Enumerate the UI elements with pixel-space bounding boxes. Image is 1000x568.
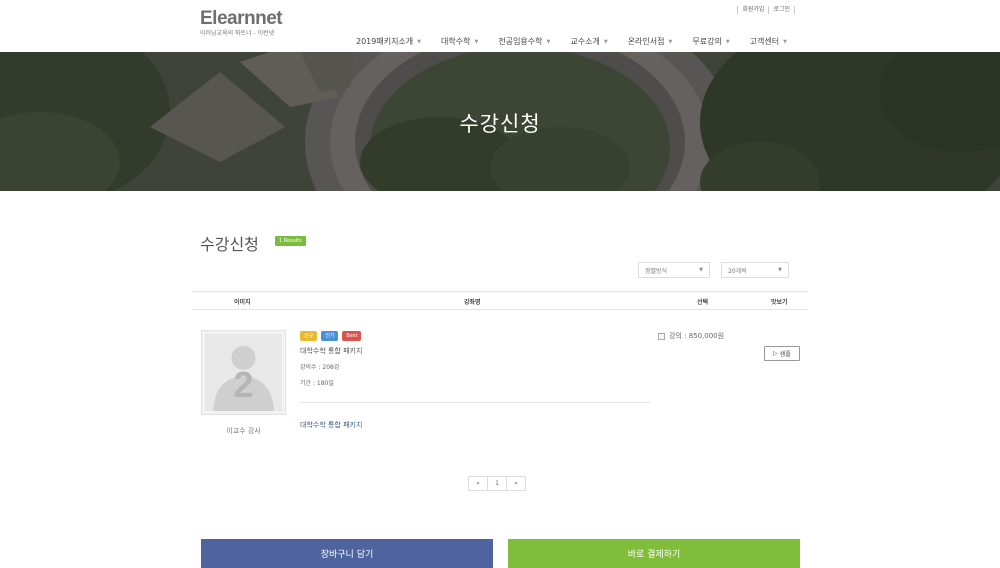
logo-tagline: 이러닝교육의 파트너 - 이런넷 [200,30,275,37]
nav-item-package[interactable]: 2019패키지소개 ▼ [356,36,421,47]
chevron-down-icon: ▼ [699,267,703,273]
hero-title: 수강신청 [459,112,541,136]
page-size-select[interactable]: 20개씩 ▼ [721,262,789,278]
nav-label: 무료강의 [692,37,722,46]
column-header-select: 선택 [697,299,709,306]
sort-select[interactable]: 정렬방식 ▼ [638,262,710,278]
tag-best: Best [342,331,362,341]
nav-label: 전공임용수학 [498,37,543,46]
nav-item-teacher-math[interactable]: 전공임용수학 ▼ [498,36,550,47]
course-select: 강의 : 850,000원 [658,331,724,341]
nav-label: 교수소개 [570,37,600,46]
chevron-down-icon: ▼ [668,38,673,45]
nav-item-college-math[interactable]: 대학수학 ▼ [441,36,478,47]
tag-popular: 인기 [321,331,339,341]
chevron-down-icon: ▼ [725,38,730,45]
column-header-course: 강좌명 [464,299,481,306]
play-icon: ▷ [773,350,778,357]
nav-item-bookstore[interactable]: 온라인서점 ▼ [628,36,673,47]
main-nav: 2019패키지소개 ▼ 대학수학 ▼ 전공임용수학 ▼ 교수소개 ▼ 온라인서점 ▼ 무료… [356,36,807,47]
course-price: 강의 : 850,000원 [669,332,725,340]
next-page-button[interactable]: » [506,476,526,491]
course-tags: 신규 인기 Best [300,331,362,341]
chevron-down-icon: ▼ [783,38,787,45]
tag-new: 신규 [300,331,318,341]
chevron-down-icon: ▼ [603,38,608,45]
chevron-down-icon: ▼ [417,38,422,45]
column-header-image: 이미지 [234,299,251,306]
nav-label: 고객센터 [749,37,780,46]
nav-item-support[interactable]: 고객센터 ▼ [750,36,787,47]
nav-item-free-lectures[interactable]: 무료강의 ▼ [692,36,729,47]
nav-label: 2019패키지소개 [356,37,414,46]
course-period: 기간 : 180일 [300,380,334,387]
column-header-preview: 맛보기 [771,299,788,306]
site-header: Elearnnet 이러닝교육의 파트너 - 이런넷 회원가입 로그인 2019… [0,0,1000,52]
course-thumbnail[interactable]: 2 [201,330,286,415]
page-title: 수강신청 [200,235,259,254]
divider [300,402,650,403]
course-link[interactable]: 대학수학 통합 패키지 [300,420,362,430]
chevron-down-icon: ▼ [778,267,782,273]
top-links: 회원가입 로그인 [737,6,795,14]
placeholder-avatar-icon: 2 [205,334,282,411]
page-number-button[interactable]: 1 [487,476,507,491]
chevron-down-icon: ▼ [546,38,551,45]
results-badge: 1 Results [275,236,306,246]
prev-page-button[interactable]: « [468,476,488,491]
pagination: « 1 » [468,476,526,491]
course-checkbox[interactable] [658,332,665,340]
logo[interactable]: Elearnnet 이러닝교육의 파트너 - 이런넷 [200,8,283,38]
signup-link[interactable]: 회원가입 [737,6,768,14]
add-to-cart-button[interactable]: 장바구니 담기 [201,539,493,568]
page-size-value: 20개씩 [728,267,747,275]
logo-text: Elearnnet [200,8,283,29]
checkout-button[interactable]: 바로 결제하기 [508,539,800,568]
course-title: 대학수학 통합 패키지 [300,347,363,355]
sort-select-value: 정렬방식 [645,267,668,275]
hero-banner: 수강신청 [0,52,1000,191]
nav-item-professors[interactable]: 교수소개 ▼ [570,36,607,47]
chevron-down-icon: ▼ [474,38,479,45]
table-header: 이미지 강좌명 선택 맛보기 [192,291,808,310]
thumbnail-number: 2 [233,364,254,405]
sample-button-label: 샘플 [779,351,791,358]
nav-label: 온라인서점 [627,37,665,46]
lecture-count: 강의수 : 208강 [300,364,340,371]
instructor-name: 이교수 강사 [226,427,261,435]
nav-label: 대학수학 [441,37,471,46]
sample-button[interactable]: ▷ 샘플 [764,346,800,361]
login-link[interactable]: 로그인 [768,6,795,14]
